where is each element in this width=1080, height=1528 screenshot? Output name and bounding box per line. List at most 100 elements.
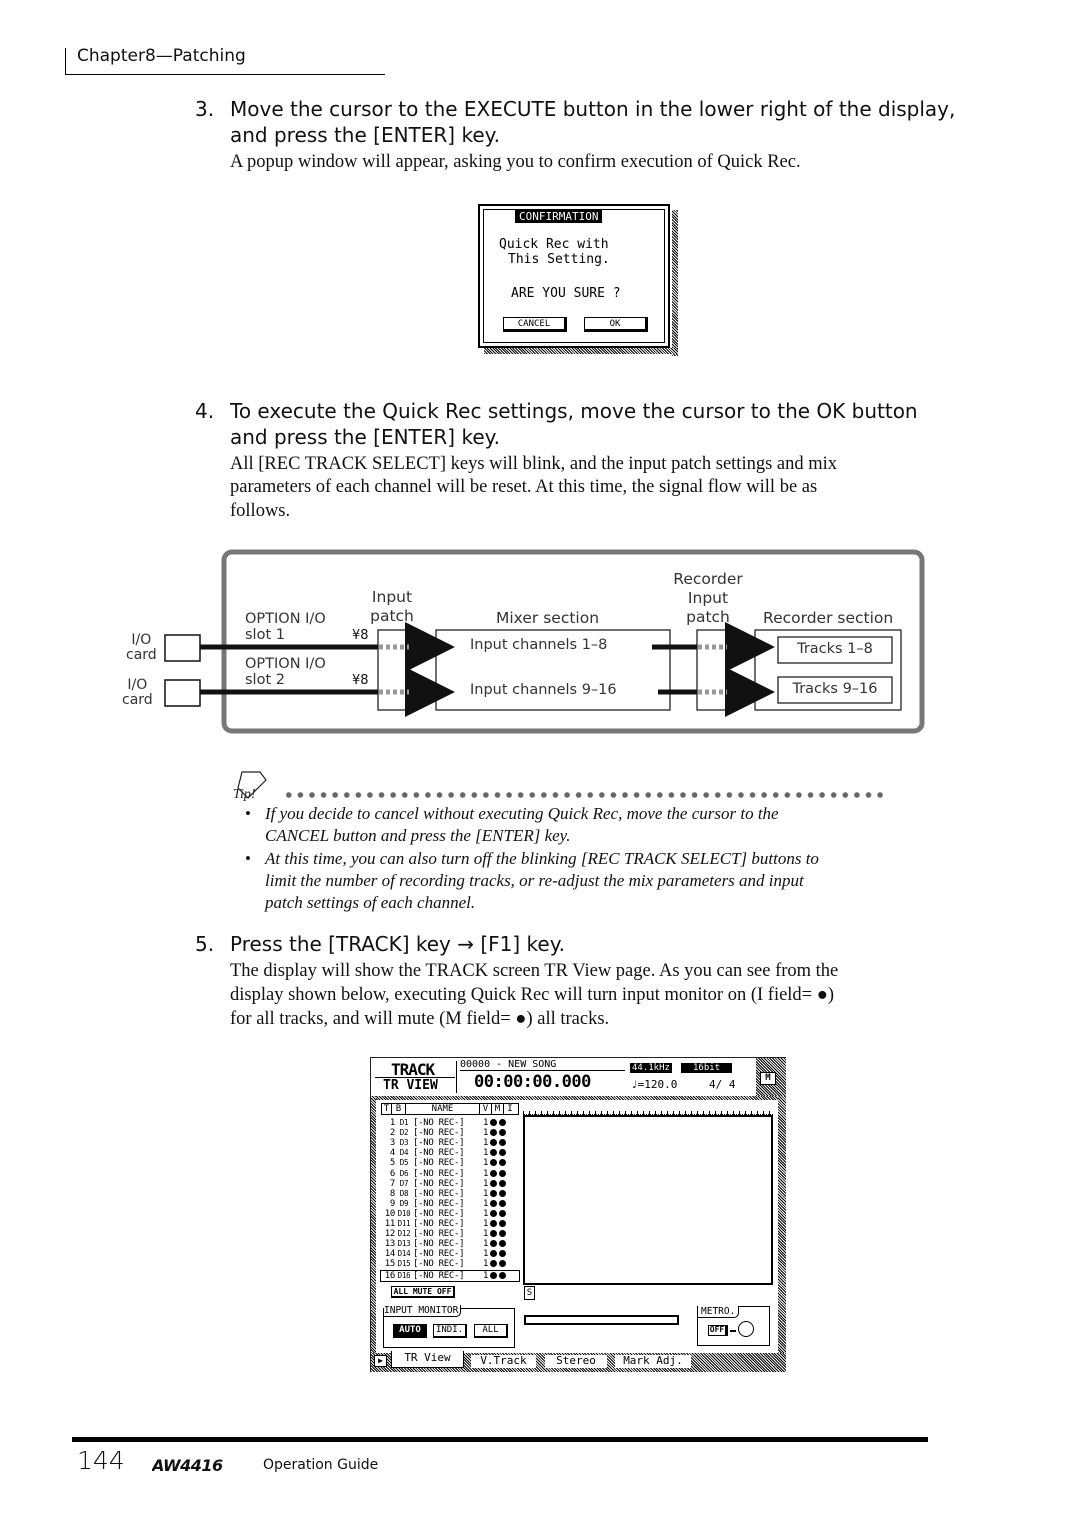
svg-text:AW4416: AW4416 <box>152 1458 223 1474</box>
tab-v-track[interactable]: V.Track <box>471 1355 536 1368</box>
operation-guide-label: Operation Guide <box>263 1457 379 1473</box>
input-monitor-all[interactable]: ALL <box>474 1324 508 1338</box>
input-patch-box <box>377 629 411 711</box>
input-monitor-on-icon[interactable] <box>499 1129 507 1137</box>
mute-on-icon[interactable] <box>490 1230 498 1238</box>
sample-rate: 44.1kHz <box>630 1063 672 1073</box>
tracks-label: Tracks 1–8 <box>797 641 873 657</box>
input-monitor-on-icon[interactable] <box>499 1250 507 1258</box>
track-row[interactable]: 12 D12 [-NO REC-] 1 <box>381 1229 507 1239</box>
tip-text: CANCEL button and press the [ENTER] key. <box>265 826 571 845</box>
track-row[interactable]: 8 D8 [-NO REC-] 1 <box>381 1189 507 1199</box>
track-row[interactable]: 7 D7 [-NO REC-] 1 <box>381 1179 507 1189</box>
input-monitor-on-icon[interactable] <box>499 1169 507 1177</box>
input-monitor-on-icon[interactable] <box>499 1189 507 1197</box>
track-row[interactable]: 14 D14 [-NO REC-] 1 <box>381 1249 507 1259</box>
input-monitor-on-icon[interactable] <box>499 1271 507 1279</box>
slot2-label: OPTION I/O slot 2 <box>245 656 326 688</box>
aw4416-logo: AW4416 <box>152 1458 224 1474</box>
recorder-input-patch-box <box>696 629 729 711</box>
mute-on-icon[interactable] <box>490 1149 498 1157</box>
mute-on-icon[interactable] <box>490 1209 498 1217</box>
slot1-label: OPTION I/O slot 1 <box>245 611 326 643</box>
input-monitor-on-icon[interactable] <box>499 1149 507 1157</box>
track-screen: TRACK TR VIEW 00000 - NEW SONG 00:00:00.… <box>370 1057 786 1372</box>
track-row[interactable]: 10 D10 [-NO REC-] 1 <box>381 1209 507 1219</box>
mute-on-icon[interactable] <box>490 1271 498 1279</box>
track-row[interactable]: 2 D2 [-NO REC-] 1 <box>381 1128 507 1138</box>
track-row[interactable]: 3 D3 [-NO REC-] 1 <box>381 1138 507 1148</box>
bullet: • <box>245 849 251 868</box>
tab-stereo[interactable]: Stereo <box>545 1355 607 1368</box>
mute-on-icon[interactable] <box>490 1199 498 1207</box>
mute-on-icon[interactable] <box>490 1169 498 1177</box>
mute-on-icon[interactable] <box>490 1189 498 1197</box>
song-name: 00000 - NEW SONG <box>460 1059 625 1071</box>
track-row[interactable]: 5 D5 [-NO REC-] 1 <box>381 1158 507 1168</box>
all-mute-off-button[interactable]: ALL MUTE OFF <box>391 1286 455 1298</box>
input-monitor-on-icon[interactable] <box>499 1260 507 1268</box>
track-row[interactable]: 4 D4 [-NO REC-] 1 <box>381 1148 507 1158</box>
input-monitor-on-icon[interactable] <box>499 1209 507 1217</box>
track-row[interactable]: 11 D11 [-NO REC-] 1 <box>381 1219 507 1229</box>
recorder-input-patch-label: Recorder Input patch <box>673 570 743 626</box>
channel-label: Input channels 9–16 <box>470 682 617 698</box>
track-row[interactable]: 13 D13 [-NO REC-] 1 <box>381 1239 507 1249</box>
input-monitor-auto[interactable]: AUTO <box>393 1324 427 1338</box>
track-graph-area <box>523 1115 773 1285</box>
mute-on-icon[interactable] <box>490 1220 498 1227</box>
mixer-section-label: Mixer section <box>496 609 600 627</box>
mute-on-icon[interactable] <box>490 1260 498 1268</box>
tracks-label: Tracks 9–16 <box>792 681 878 697</box>
position-bar[interactable] <box>524 1315 679 1325</box>
step-body: for all tracks, and will mute (M field= … <box>230 1009 610 1029</box>
mute-on-icon[interactable] <box>490 1119 498 1126</box>
io-card-label: I/O card <box>126 632 157 663</box>
track-row[interactable]: 9 D9 [-NO REC-] 1 <box>381 1199 507 1209</box>
mute-on-icon[interactable] <box>490 1240 498 1248</box>
track-list-header: T B NAME V M I <box>381 1103 519 1115</box>
input-monitor-on-icon[interactable] <box>499 1179 507 1187</box>
tip-text: patch settings of each channel. <box>265 893 476 912</box>
tab-scroll-icon[interactable]: ▶ <box>374 1355 387 1367</box>
bullet: • <box>245 804 251 823</box>
metronome-level-knob[interactable] <box>738 1321 754 1337</box>
screen-page: TR VIEW <box>383 1078 438 1093</box>
footer-rule <box>72 1437 928 1442</box>
input-monitor-indi[interactable]: INDI. <box>433 1324 467 1338</box>
input-monitor-on-icon[interactable] <box>499 1159 507 1167</box>
metronome-toggle[interactable]: OFF <box>708 1325 728 1336</box>
tip-text: limit the number of recording tracks, or… <box>265 871 804 890</box>
tab-mark-adj[interactable]: Mark Adj. <box>615 1355 691 1368</box>
mute-on-icon[interactable] <box>490 1250 498 1258</box>
tip-text: If you decide to cancel without executin… <box>265 804 779 823</box>
track-row[interactable]: 1 D1 [-NO REC-] 1 <box>381 1118 507 1128</box>
mute-on-icon[interactable] <box>490 1129 498 1137</box>
track-row[interactable]: 16 D16 [-NO REC-] 1 <box>380 1269 520 1282</box>
input-monitor-on-icon[interactable] <box>499 1240 507 1248</box>
mute-on-icon[interactable] <box>490 1179 498 1187</box>
input-monitor-on-icon[interactable] <box>499 1199 507 1207</box>
input-patch-label: Input patch <box>370 588 414 625</box>
io-card-connector <box>164 679 201 707</box>
start-marker[interactable]: S <box>524 1286 535 1300</box>
io-card-label: I/O card <box>122 677 153 708</box>
track-row[interactable]: 6 D6 [-NO REC-] 1 <box>381 1169 507 1179</box>
time-counter: 00:00:00.000 <box>474 1072 591 1092</box>
bit-depth: 16bit <box>681 1063 733 1073</box>
input-monitor-on-icon[interactable] <box>499 1230 507 1238</box>
track-row[interactable]: 15 D15 [-NO REC-] 1 <box>381 1259 507 1269</box>
mute-on-icon[interactable] <box>490 1159 498 1167</box>
input-monitor-on-icon[interactable] <box>499 1119 507 1126</box>
meter: 4/ 4 <box>709 1078 736 1091</box>
step-text: Press the [TRACK] key → [F1] key. <box>230 932 566 956</box>
tab-tr-view[interactable]: TR View <box>391 1351 464 1368</box>
input-monitor-on-icon[interactable] <box>499 1139 507 1147</box>
m-button[interactable]: M <box>760 1072 776 1085</box>
tip-text: At this time, you can also turn off the … <box>265 849 819 868</box>
input-monitor-on-icon[interactable] <box>499 1220 507 1227</box>
step-body: The display will show the TRACK screen T… <box>230 961 839 981</box>
page-number: 144 <box>77 1446 125 1475</box>
input-monitor-label: INPUT MONITOR <box>384 1305 462 1317</box>
mute-on-icon[interactable] <box>490 1139 498 1147</box>
